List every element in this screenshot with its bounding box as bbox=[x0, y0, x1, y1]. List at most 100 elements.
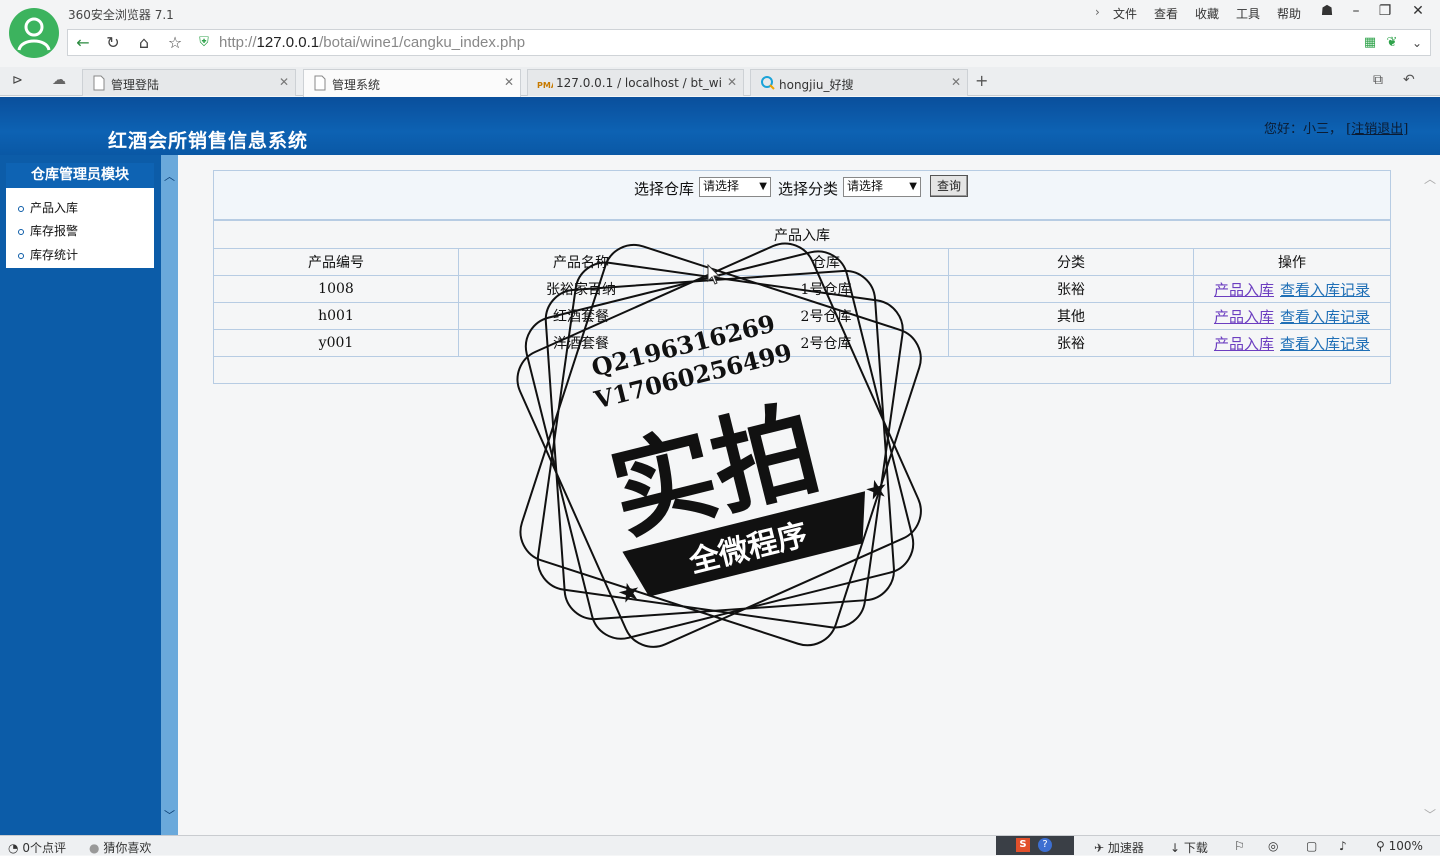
download-text: 下载 bbox=[1183, 841, 1208, 855]
cell-category: 其他 bbox=[948, 302, 1194, 330]
browser-titlebar: 360安全浏览器 7.1 › 文件 查看 收藏 工具 帮助 ☗ – ❐ ✕ ← … bbox=[0, 0, 1440, 67]
query-button[interactable]: 查询 bbox=[930, 175, 968, 197]
tab-phpmyadmin[interactable]: PMA 127.0.0.1 / localhost / bt_win ✕ bbox=[527, 69, 744, 96]
cell-product-name: 红酒套餐 bbox=[458, 302, 704, 330]
scroll-down-icon[interactable]: ﹀ bbox=[161, 807, 178, 824]
page-scroll-down-icon[interactable]: ﹀ bbox=[1424, 806, 1436, 823]
cell-actions: 产品入库 查看入库记录 bbox=[1193, 302, 1391, 330]
page-icon bbox=[92, 75, 106, 91]
help-icon[interactable]: ? bbox=[1038, 838, 1052, 852]
sidebar-item-stock-statistics[interactable]: 库存统计 bbox=[18, 246, 78, 264]
zoom-item[interactable]: ⚲ 100% bbox=[1376, 839, 1423, 853]
tab-title: 127.0.0.1 / localhost / bt_win bbox=[556, 76, 721, 90]
accelerator-item[interactable]: ✈ 加速器 bbox=[1094, 839, 1144, 856]
sidebar-item-stock-alert[interactable]: 库存报警 bbox=[18, 222, 78, 240]
category-select-value: 请选择 bbox=[847, 179, 884, 193]
back-icon[interactable]: ← bbox=[71, 32, 95, 54]
tab-title: hongjiu_好搜 bbox=[779, 78, 854, 92]
close-window-button[interactable]: ✕ bbox=[1405, 2, 1431, 20]
chevron-down-icon: ▼ bbox=[909, 181, 917, 192]
close-icon[interactable]: ✕ bbox=[279, 75, 289, 89]
search-engine-icon bbox=[760, 75, 775, 91]
tab-list-icon[interactable]: ⧉ bbox=[1373, 72, 1383, 88]
download-item[interactable]: ↓ 下载 bbox=[1170, 839, 1208, 856]
tab-admin-login[interactable]: 管理登陆 ✕ bbox=[82, 69, 296, 96]
category-select[interactable]: 请选择 ▼ bbox=[843, 177, 921, 197]
user-greeting: 您好：小三， [注销退出] bbox=[1264, 118, 1408, 137]
chevron-down-icon[interactable]: ⌄ bbox=[1405, 32, 1429, 54]
cloud-icon[interactable]: ☁ bbox=[52, 72, 66, 88]
cell-actions: 产品入库 查看入库记录 bbox=[1193, 275, 1391, 303]
user-avatar-icon[interactable] bbox=[9, 8, 59, 58]
reviews-item[interactable]: ◔ 0个点评 bbox=[8, 839, 66, 856]
refresh-icon[interactable]: ↻ bbox=[101, 32, 125, 54]
scroll-up-icon[interactable]: ︿ bbox=[161, 168, 178, 185]
bullet-icon bbox=[18, 228, 24, 235]
address-bar[interactable]: ← ↻ ⌂ ☆ ⛨ http://127.0.0.1/botai/wine1/c… bbox=[67, 29, 1431, 56]
warehouse-select[interactable]: 请选择 ▼ bbox=[699, 177, 771, 197]
minimize-button[interactable]: – bbox=[1343, 2, 1369, 20]
sidebar: 仓库管理员模块 产品入库 库存报警 库存统计 bbox=[0, 155, 178, 835]
accelerator-text: 加速器 bbox=[1107, 841, 1144, 855]
table-row: y001 洋酒套餐 2号仓库 张裕 产品入库 查看入库记录 bbox=[213, 329, 1391, 357]
sidebar-item-product-stock-in[interactable]: 产品入库 bbox=[18, 199, 78, 217]
close-icon[interactable]: ✕ bbox=[727, 75, 737, 89]
cell-product-id: h001 bbox=[213, 302, 459, 330]
menu-tools[interactable]: 工具 bbox=[1236, 5, 1260, 22]
star-icon[interactable]: ☆ bbox=[163, 32, 187, 54]
sidebar-item-label: 库存报警 bbox=[30, 224, 79, 238]
page-icon bbox=[313, 75, 327, 91]
table-footer bbox=[213, 356, 1391, 384]
browser-name: 360安全浏览器 7.1 bbox=[68, 8, 174, 22]
skin-icon[interactable]: ☗ bbox=[1314, 2, 1340, 20]
cell-product-id: 1008 bbox=[213, 275, 459, 303]
close-icon[interactable]: ✕ bbox=[504, 75, 514, 89]
bullet-icon bbox=[18, 252, 24, 259]
ie-mode-icon[interactable]: ◎ bbox=[1268, 839, 1278, 853]
sidebar-toggle-icon[interactable]: ⊳ bbox=[12, 73, 23, 88]
ime-toolbar[interactable]: S ? bbox=[996, 836, 1074, 855]
menu-favorites[interactable]: 收藏 bbox=[1195, 5, 1219, 22]
stock-in-link[interactable]: 产品入库 bbox=[1214, 335, 1274, 353]
menu-file[interactable]: 文件 bbox=[1113, 5, 1137, 22]
guess-item[interactable]: ● 猜你喜欢 bbox=[89, 839, 151, 856]
mouse-cursor-icon bbox=[707, 264, 721, 285]
stock-in-table: 产品入库 产品编号 产品名称 仓库 分类 操作 1008 张裕家百纳 1号仓库 … bbox=[213, 220, 1391, 384]
logout-link[interactable]: [注销退出] bbox=[1346, 122, 1408, 137]
view-records-link[interactable]: 查看入库记录 bbox=[1280, 335, 1370, 353]
column-header: 仓库 bbox=[703, 248, 949, 276]
sidebar-item-label: 库存统计 bbox=[30, 248, 79, 262]
chevron-right-icon[interactable]: › bbox=[1095, 5, 1100, 19]
flag-icon[interactable]: ⚐ bbox=[1234, 839, 1245, 853]
view-records-link[interactable]: 查看入库记录 bbox=[1280, 308, 1370, 326]
filter-form: 选择仓库 请选择 ▼ 选择分类 请选择 ▼ 查询 bbox=[213, 170, 1391, 220]
dot-icon: ● bbox=[89, 841, 100, 855]
main-content: 选择仓库 请选择 ▼ 选择分类 请选择 ▼ 查询 产品入库 产品编号 产品名称 仓库… bbox=[178, 155, 1440, 835]
url-text[interactable]: http://127.0.0.1/botai/wine1/cangku_inde… bbox=[219, 34, 525, 51]
stock-in-link[interactable]: 产品入库 bbox=[1214, 281, 1274, 299]
sidebar-item-label: 产品入库 bbox=[30, 201, 79, 215]
menu-view[interactable]: 查看 bbox=[1154, 5, 1178, 22]
menu-help[interactable]: 帮助 bbox=[1277, 5, 1301, 22]
window-icon[interactable]: ▢ bbox=[1306, 839, 1317, 853]
tab-search-hongjiu[interactable]: hongjiu_好搜 ✕ bbox=[750, 69, 968, 96]
undo-close-icon[interactable]: ↶ bbox=[1403, 72, 1415, 88]
tab-bar: ⊳ ☁ 管理登陆 ✕ 管理系统 ✕ PMA 127.0.0.1 / localh… bbox=[0, 67, 1440, 97]
close-icon[interactable]: ✕ bbox=[951, 75, 961, 89]
qr-code-icon[interactable]: ▦ bbox=[1358, 32, 1382, 54]
home-icon[interactable]: ⌂ bbox=[132, 32, 156, 54]
tab-management-system[interactable]: 管理系统 ✕ bbox=[303, 69, 521, 97]
sogou-ime-icon[interactable]: S bbox=[1016, 838, 1030, 852]
page-scroll-up-icon[interactable]: ︿ bbox=[1424, 170, 1436, 187]
warehouse-label: 选择仓库 bbox=[634, 180, 695, 198]
status-bar: ◔ 0个点评 ● 猜你喜欢 S ? ✈ 加速器 ↓ 下载 ⚐ ◎ ▢ ♪ ⚲ 1… bbox=[0, 835, 1440, 855]
sidebar-scrollbar[interactable]: ︿ ﹀ bbox=[161, 155, 178, 835]
new-tab-plus-icon[interactable]: + bbox=[975, 71, 988, 90]
security-shield-icon[interactable]: ⛨ bbox=[192, 32, 216, 54]
page-header: 红酒会所销售信息系统 您好：小三， [注销退出] bbox=[0, 97, 1440, 155]
restore-button[interactable]: ❐ bbox=[1372, 2, 1398, 20]
view-records-link[interactable]: 查看入库记录 bbox=[1280, 281, 1370, 299]
sound-icon[interactable]: ♪ bbox=[1339, 839, 1347, 853]
stock-in-link[interactable]: 产品入库 bbox=[1214, 308, 1274, 326]
leaf-icon[interactable]: ❦ bbox=[1380, 32, 1404, 54]
